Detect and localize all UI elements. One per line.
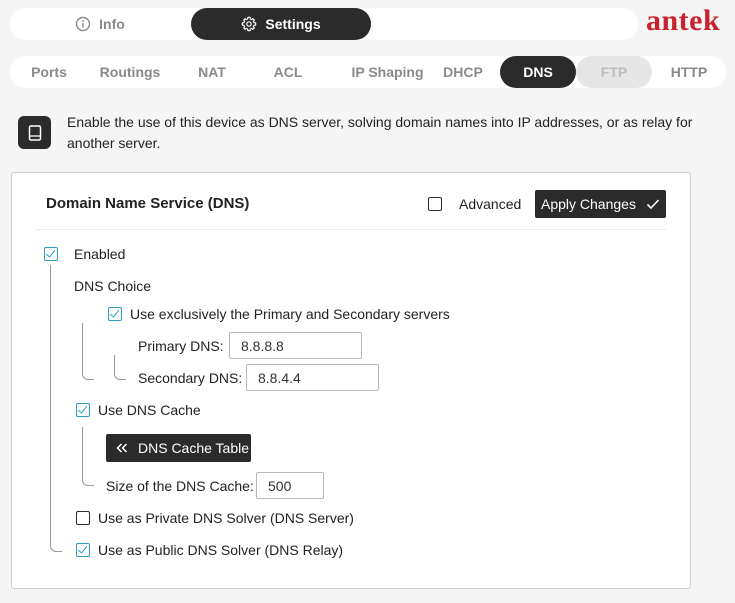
dns-settings-panel: Domain Name Service (DNS) Advanced Apply… (11, 172, 691, 589)
header-divider (36, 229, 666, 230)
tab-settings[interactable]: Settings (191, 8, 371, 40)
advanced-label: Advanced (459, 196, 522, 212)
dns-choice-label: DNS Choice (74, 278, 152, 294)
panel-title: Domain Name Service (DNS) (46, 195, 250, 212)
private-dns-checkbox[interactable] (76, 511, 90, 525)
dns-cache-table-label: DNS Cache Table (138, 440, 250, 456)
settings-subtab-bar: Ports Routings NAT ACL IP Shaping DHCP D… (10, 56, 726, 88)
main-tab-bar: Info Settings (10, 8, 638, 40)
enabled-checkbox[interactable] (44, 247, 58, 261)
notice-text: Enable the use of this device as DNS ser… (67, 114, 693, 151)
double-chevron-left-icon (116, 443, 128, 453)
primary-dns-label: Primary DNS: (138, 338, 224, 354)
enabled-label: Enabled (74, 246, 126, 262)
tree-line-primary (114, 355, 126, 380)
check-icon (646, 199, 660, 210)
tab-dns[interactable]: DNS (500, 56, 576, 88)
private-dns-label: Use as Private DNS Solver (DNS Server) (98, 510, 354, 526)
public-dns-label: Use as Public DNS Solver (DNS Relay) (98, 542, 344, 558)
tab-settings-label: Settings (265, 16, 321, 32)
tab-ftp: FTP (576, 56, 652, 88)
tab-ports[interactable]: Ports (10, 56, 88, 88)
tab-dhcp[interactable]: DHCP (431, 56, 495, 88)
tab-http[interactable]: HTTP (652, 56, 726, 88)
cache-size-input[interactable]: 500 (256, 472, 324, 499)
exclusive-servers-checkbox[interactable] (108, 307, 122, 321)
tree-line-exclusive (82, 323, 94, 380)
info-icon (75, 16, 91, 32)
tab-acl[interactable]: ACL (252, 56, 324, 88)
dns-cache-checkbox[interactable] (76, 403, 90, 417)
apply-changes-label: Apply Changes (541, 196, 636, 212)
gear-icon (241, 16, 257, 32)
brand-logo: antek (646, 4, 721, 37)
device-icon (18, 116, 51, 149)
dns-cache-table-button[interactable]: DNS Cache Table (106, 434, 251, 462)
tree-line-enabled (50, 265, 62, 552)
cache-size-label: Size of the DNS Cache: (106, 478, 254, 494)
exclusive-servers-label: Use exclusively the Primary and Secondar… (130, 306, 450, 322)
primary-dns-input[interactable]: 8.8.8.8 (229, 332, 362, 359)
tab-info-label: Info (99, 16, 125, 32)
secondary-dns-label: Secondary DNS: (138, 370, 243, 386)
dns-cache-label: Use DNS Cache (98, 402, 201, 418)
tab-nat[interactable]: NAT (172, 56, 252, 88)
tree-line-cache (82, 427, 94, 486)
public-dns-checkbox[interactable] (76, 543, 90, 557)
tab-info[interactable]: Info (10, 8, 190, 40)
apply-changes-button[interactable]: Apply Changes (535, 190, 666, 218)
tab-routings[interactable]: Routings (88, 56, 172, 88)
advanced-checkbox[interactable] (428, 197, 442, 211)
secondary-dns-input[interactable]: 8.8.4.4 (246, 364, 379, 391)
